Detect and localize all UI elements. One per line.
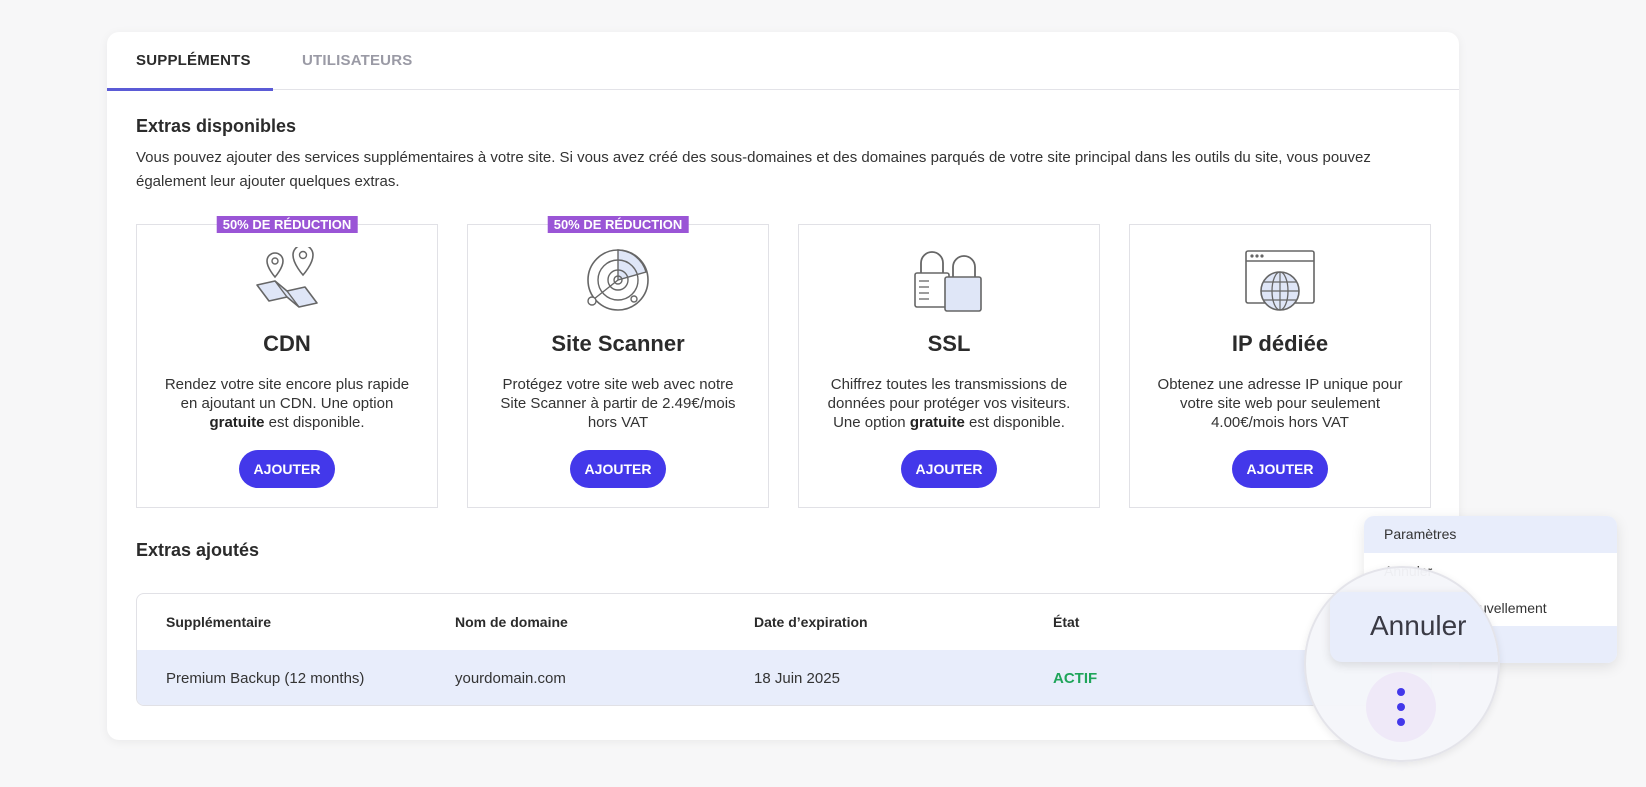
table-header: Supplémentaire Nom de domaine Date d’exp… — [137, 594, 1431, 650]
card-title: Site Scanner — [551, 331, 685, 356]
magnified-cancel-label: Annuler — [1370, 610, 1467, 641]
card-title: SSL — [927, 331, 971, 356]
magnifier-overlay: Annuler — [1304, 566, 1500, 762]
cell-domain: yourdomain.com — [455, 670, 566, 687]
extra-card-site-scanner: 50% DE RÉDUCTION Site Scanner Protégez v… — [467, 216, 769, 508]
extra-card-dedicated-ip: IP dédiée Obtenez une adresse IP unique … — [1129, 224, 1431, 508]
cell-extra: Premium Backup (12 months) — [166, 670, 365, 687]
extra-card-cdn: 50% DE RÉDUCTION CDN Rendez votre site e… — [136, 216, 438, 508]
tab-users[interactable]: UTILISATEURS — [302, 32, 412, 90]
kebab-menu-icon[interactable] — [1366, 672, 1436, 742]
tab-supplements[interactable]: SUPPLÉMENTS — [107, 32, 273, 91]
padlocks-icon — [914, 251, 982, 312]
card-description: Chiffrez toutes les transmissions de don… — [827, 376, 1071, 431]
added-extras-title: Extras ajoutés — [136, 540, 260, 560]
column-header-expiry: Date d’expiration — [754, 614, 868, 630]
column-header-domain: Nom de domaine — [455, 614, 568, 630]
discount-badge: 50% DE RÉDUCTION — [216, 216, 358, 233]
status-badge: ACTIF — [1053, 670, 1098, 687]
card-description: Obtenez une adresse IP unique pour votre… — [1157, 376, 1403, 431]
radar-icon — [587, 249, 649, 311]
cell-expiry: 18 Juin 2025 — [754, 670, 840, 687]
column-header-status: État — [1053, 614, 1080, 630]
card-description: Rendez votre site encore plus rapide en … — [164, 376, 410, 431]
column-header-extra: Supplémentaire — [166, 614, 272, 630]
extras-panel: SUPPLÉMENTS UTILISATEURS Extras disponib… — [107, 32, 1459, 740]
available-extras-title: Extras disponibles — [136, 116, 297, 136]
add-ssl-button[interactable]: AJOUTER — [901, 450, 997, 488]
map-pins-icon — [256, 247, 318, 308]
available-extras-description: Vous pouvez ajouter des services supplém… — [136, 149, 1371, 190]
card-description: Protégez votre site web avec notre Site … — [500, 376, 736, 431]
table-row[interactable]: Premium Backup (12 months) yourdomain.co… — [137, 650, 1431, 705]
discount-badge: 50% DE RÉDUCTION — [547, 216, 689, 233]
tab-bar: SUPPLÉMENTS UTILISATEURS — [107, 32, 1459, 91]
menu-item-settings[interactable]: Paramètres — [1364, 516, 1617, 553]
card-title: CDN — [263, 331, 311, 356]
add-site-scanner-button[interactable]: AJOUTER — [570, 450, 666, 488]
added-extras-table: Supplémentaire Nom de domaine Date d’exp… — [136, 593, 1432, 706]
extra-card-ssl: SSL Chiffrez toutes les transmissions de… — [798, 224, 1100, 508]
add-cdn-button[interactable]: AJOUTER — [239, 450, 335, 488]
card-title: IP dédiée — [1231, 331, 1329, 356]
add-dedicated-ip-button[interactable]: AJOUTER — [1232, 450, 1328, 488]
browser-globe-icon — [1245, 250, 1315, 311]
